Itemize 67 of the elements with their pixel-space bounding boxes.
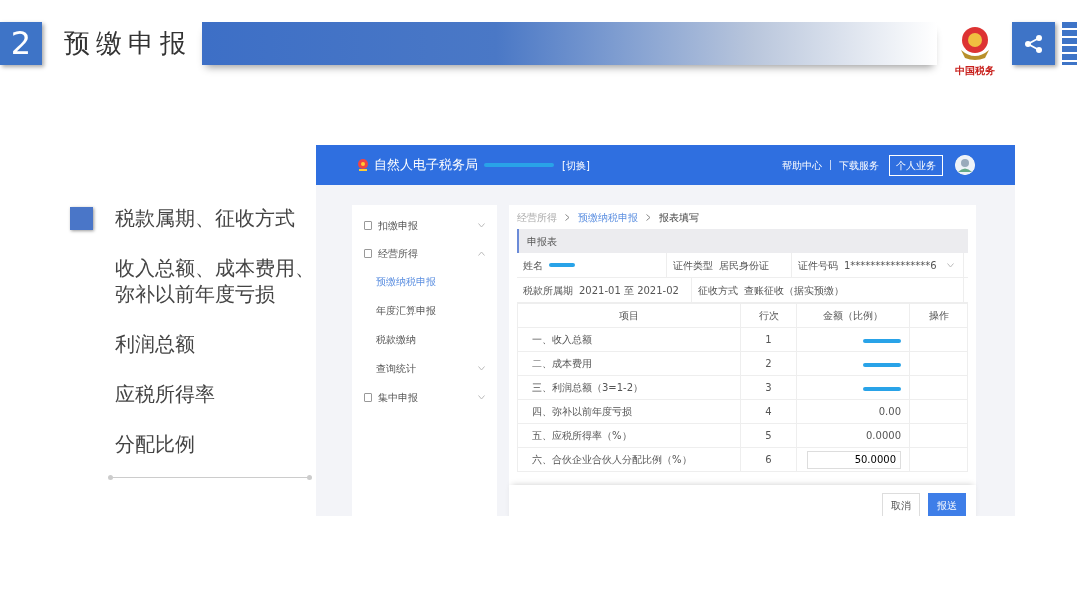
personal-business-button[interactable]: 个人业务 — [889, 154, 943, 176]
submit-button[interactable]: 报送 — [928, 492, 966, 516]
section-title: 申报表 — [527, 234, 557, 249]
sidebar-subitem[interactable]: 预缴纳税申报 — [376, 274, 436, 289]
sidebar-subitem[interactable]: 查询统计 — [376, 361, 416, 376]
sidebar-item[interactable]: 扣缴申报 — [378, 217, 478, 233]
bullet-text: 税款属期、征收方式 — [114, 205, 296, 231]
field-value: 查账征收（据实预缴） — [744, 283, 844, 298]
bullet-text: 利润总额 — [115, 331, 196, 357]
menu-icon — [364, 392, 372, 402]
emblem-icon — [356, 158, 370, 172]
table-cell: 四、弥补以前年度亏损 — [517, 399, 741, 424]
nav-link[interactable]: 帮助中心 — [782, 157, 822, 173]
table-cell: 4 — [740, 399, 797, 424]
cancel-button[interactable]: 取消 — [882, 492, 920, 516]
nav-link[interactable]: 下载服务 — [839, 157, 879, 173]
bullet-text: 分配比例 — [115, 431, 196, 457]
table-cell: 二、成本费用 — [517, 351, 741, 376]
field-label: 税款所属期 — [523, 283, 573, 298]
bullet-text: 应税所得率 — [115, 381, 216, 407]
stripes-decoration — [1062, 22, 1077, 65]
logo-text: 中国税务 — [955, 64, 995, 78]
breadcrumb-chevron-icon — [646, 213, 651, 221]
table-cell: 0.00 — [796, 399, 910, 424]
redaction-mark — [863, 387, 901, 391]
field-label: 证件号码 — [798, 258, 838, 273]
field-label: 姓名 — [523, 258, 543, 273]
field-value: 居民身份证 — [719, 258, 769, 273]
table-cell: 三、利润总额（3=1-2） — [517, 375, 741, 400]
slide-title: 预缴申报 — [64, 27, 192, 60]
breadcrumb-current: 报表填写 — [659, 210, 699, 225]
field-value: 2021-01 至 2021-02 — [579, 283, 679, 298]
share-button[interactable] — [1012, 22, 1055, 65]
share-icon — [1022, 32, 1045, 55]
breadcrumb-link[interactable]: 预缴纳税申报 — [578, 209, 638, 225]
menu-icon — [364, 220, 372, 230]
table-cell: 六、合伙企业合伙人分配比例（%） — [517, 447, 741, 472]
table-cell: 5 — [740, 423, 797, 448]
app-brand: 自然人电子税务局 — [374, 156, 478, 175]
bullet-text: 收入总额、成本费用、弥补以前年度亏损 — [115, 255, 316, 307]
column-header: 项目 — [517, 303, 741, 328]
table-cell: 五、应税所得率（%） — [517, 423, 741, 448]
field-value: 1****************6 — [844, 258, 937, 273]
field-label: 证件类型 — [673, 258, 713, 273]
field-label: 征收方式 — [698, 283, 738, 298]
sidebar-item[interactable]: 集中申报 — [378, 389, 478, 405]
breadcrumb-chevron-icon — [565, 213, 570, 221]
redaction-mark — [863, 339, 901, 343]
table-cell: 3 — [740, 375, 797, 400]
redaction-mark — [484, 163, 554, 167]
table-cell: 0.0000 — [796, 423, 910, 448]
slide-number: 2 — [0, 22, 42, 65]
table-cell: 6 — [740, 447, 797, 472]
sidebar-subitem[interactable]: 税款缴纳 — [376, 332, 416, 347]
table-cell: 一、收入总额 — [517, 327, 741, 352]
avatar-icon[interactable] — [955, 155, 975, 175]
column-header: 行次 — [740, 303, 797, 328]
column-header: 金额（比例） — [796, 303, 910, 328]
table-cell: 1 — [740, 327, 797, 352]
redaction-mark — [863, 363, 901, 367]
switch-link[interactable]: [切换] — [562, 157, 590, 173]
menu-icon — [364, 248, 372, 258]
amount-field[interactable]: 50.0000 — [807, 450, 901, 469]
sidebar-item[interactable]: 经营所得 — [378, 245, 478, 261]
table-cell: 2 — [740, 351, 797, 376]
column-header: 操作 — [909, 303, 968, 328]
sidebar-subitem[interactable]: 年度汇算申报 — [376, 303, 436, 318]
